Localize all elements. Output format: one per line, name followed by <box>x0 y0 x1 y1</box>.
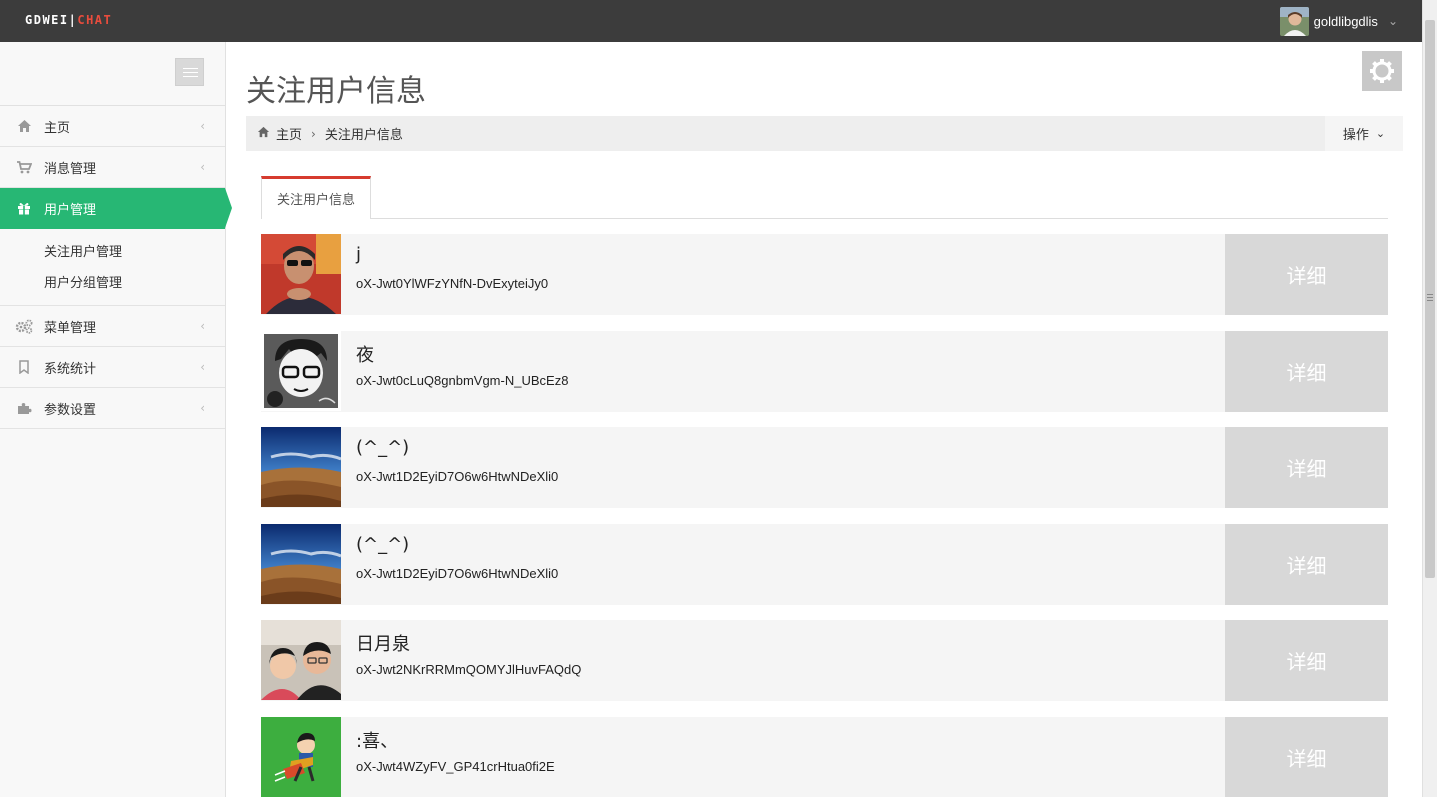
user-openid: oX-Jwt2NKrRRMmQOMYJlHuvFAQdQ <box>356 662 582 678</box>
chevron-right-icon: › <box>311 126 316 141</box>
detail-button[interactable]: 详细 <box>1225 330 1388 412</box>
home-icon <box>0 119 44 133</box>
chevron-left-icon: ‹ <box>200 360 205 374</box>
brand-part2: CHAT <box>77 13 113 27</box>
user-nickname: :喜、 <box>356 730 399 752</box>
user-openid: oX-Jwt4WZyFV_GP41crHtua0fi2E <box>356 758 555 774</box>
user-nickname: j <box>356 244 362 265</box>
user-avatar <box>261 716 341 797</box>
hamburger-icon-line <box>183 72 198 73</box>
user-menu[interactable]: goldlibgdlis ⌄ <box>1279 6 1398 36</box>
brand-part1: GDWEI <box>25 13 69 27</box>
user-openid: oX-Jwt1D2EyiD7O6w6HtwNDeXli0 <box>356 565 559 581</box>
settings-button[interactable] <box>1362 51 1402 91</box>
user-avatar <box>1279 6 1309 36</box>
bookmark-icon <box>0 360 44 374</box>
sidebar-toggle-button[interactable] <box>175 58 204 86</box>
chevron-left-icon: ‹ <box>200 119 205 133</box>
list-item: 夜 oX-Jwt0cLuQ8gnbmVgm-N_UBcEz8 详细 <box>261 330 1388 412</box>
list-item: 日月泉 oX-Jwt2NKrRRMmQOMYJlHuvFAQdQ 详细 <box>261 620 1388 702</box>
user-openid: oX-Jwt0YlWFzYNfN-DvExyteiJy0 <box>356 276 549 291</box>
submenu-item-followers[interactable]: 关注用户管理 <box>0 237 225 268</box>
user-avatar <box>261 523 341 604</box>
user-avatar <box>261 330 341 411</box>
hamburger-icon-line <box>183 76 198 77</box>
gift-icon <box>0 201 44 215</box>
user-avatar <box>261 234 341 314</box>
list-item: :喜、 oX-Jwt4WZyFV_GP41crHtua0fi2E 详细 <box>261 716 1388 797</box>
breadcrumb: 主页 › 关注用户信息 <box>257 116 403 151</box>
user-nickname: 日月泉 <box>356 634 410 656</box>
brand-logo[interactable]: GDWEI|CHAT <box>25 13 112 27</box>
chevron-left-icon: ‹ <box>200 160 205 174</box>
user-list: j oX-Jwt0YlWFzYNfN-DvExyteiJy0 详细 夜 oX-J… <box>261 234 1388 797</box>
chevron-left-icon: ‹ <box>200 319 205 333</box>
scrollbar-grip <box>1427 294 1433 295</box>
user-nickname: (^_^) <box>356 437 410 459</box>
puzzle-icon <box>0 401 44 415</box>
user-avatar <box>261 427 341 508</box>
page-scrollbar[interactable] <box>1422 0 1437 797</box>
user-avatar <box>261 620 341 701</box>
sidebar-item-home[interactable]: 主页 ‹ <box>0 106 225 147</box>
scrollbar-thumb[interactable] <box>1425 20 1435 578</box>
cogs-icon <box>0 319 44 334</box>
detail-button[interactable]: 详细 <box>1225 716 1388 797</box>
home-icon <box>257 126 270 142</box>
detail-button[interactable]: 详细 <box>1225 427 1388 509</box>
users-submenu: 关注用户管理 用户分组管理 <box>0 229 225 306</box>
user-nickname: 夜 <box>356 344 374 366</box>
user-nickname: (^_^) <box>356 533 410 555</box>
sidebar-item-users[interactable]: 用户管理 <box>0 188 232 229</box>
breadcrumb-current: 关注用户信息 <box>324 128 403 143</box>
user-openid: oX-Jwt0cLuQ8gnbmVgm-N_UBcEz8 <box>356 372 569 388</box>
tab-bar: 关注用户信息 <box>261 176 1388 220</box>
breadcrumb-bar: 主页 › 关注用户信息 操作 ⌄ <box>246 116 1403 151</box>
page-title: 关注用户信息 <box>246 74 426 109</box>
sidebar-item-stats[interactable]: 系统统计 ‹ <box>0 347 225 388</box>
chevron-down-icon: ⌄ <box>1387 14 1398 28</box>
list-item: j oX-Jwt0YlWFzYNfN-DvExyteiJy0 详细 <box>261 234 1388 315</box>
sidebar: 主页 ‹ 消息管理 ‹ 用户管理 关注用户管理 用户分组管理 菜单管理 ‹ 系统… <box>0 42 232 797</box>
scrollbar-grip <box>1427 300 1433 301</box>
list-item: (^_^) oX-Jwt1D2EyiD7O6w6HtwNDeXli0 详细 <box>261 427 1388 509</box>
chevron-left-icon: ‹ <box>200 401 205 415</box>
scrollbar-grip <box>1427 297 1433 298</box>
sidebar-item-menus[interactable]: 菜单管理 ‹ <box>0 306 225 347</box>
submenu-item-groups[interactable]: 用户分组管理 <box>0 268 225 299</box>
top-navbar: GDWEI|CHAT goldlibgdlis ⌄ <box>0 0 1422 42</box>
sidebar-item-label: 消息管理 <box>44 161 97 177</box>
sidebar-item-label: 系统统计 <box>44 361 97 377</box>
sidebar-item-label: 主页 <box>44 120 71 136</box>
breadcrumb-home-link[interactable]: 主页 <box>276 124 302 143</box>
detail-button[interactable]: 详细 <box>1225 234 1388 315</box>
tab-follower-info[interactable]: 关注用户信息 <box>261 176 372 220</box>
operations-label: 操作 <box>1342 128 1369 143</box>
operations-dropdown[interactable]: 操作 ⌄ <box>1325 116 1403 151</box>
sidebar-menu: 主页 ‹ 消息管理 ‹ 用户管理 关注用户管理 用户分组管理 菜单管理 ‹ 系统… <box>0 105 232 429</box>
sidebar-item-label: 用户管理 <box>44 202 97 218</box>
hamburger-icon <box>183 68 198 69</box>
sidebar-item-settings[interactable]: 参数设置 ‹ <box>0 388 225 429</box>
sidebar-item-label: 参数设置 <box>44 402 97 418</box>
list-item: (^_^) oX-Jwt1D2EyiD7O6w6HtwNDeXli0 详细 <box>261 523 1388 605</box>
user-openid: oX-Jwt1D2EyiD7O6w6HtwNDeXli0 <box>356 469 559 485</box>
cart-icon <box>0 160 44 174</box>
sidebar-item-messages[interactable]: 消息管理 ‹ <box>0 147 225 188</box>
username: goldlibgdlis <box>1313 13 1378 29</box>
detail-button[interactable]: 详细 <box>1225 523 1388 605</box>
chevron-down-icon: ⌄ <box>1375 127 1386 140</box>
sidebar-item-label: 菜单管理 <box>44 320 97 336</box>
detail-button[interactable]: 详细 <box>1225 620 1388 702</box>
gear-icon <box>1370 59 1394 83</box>
